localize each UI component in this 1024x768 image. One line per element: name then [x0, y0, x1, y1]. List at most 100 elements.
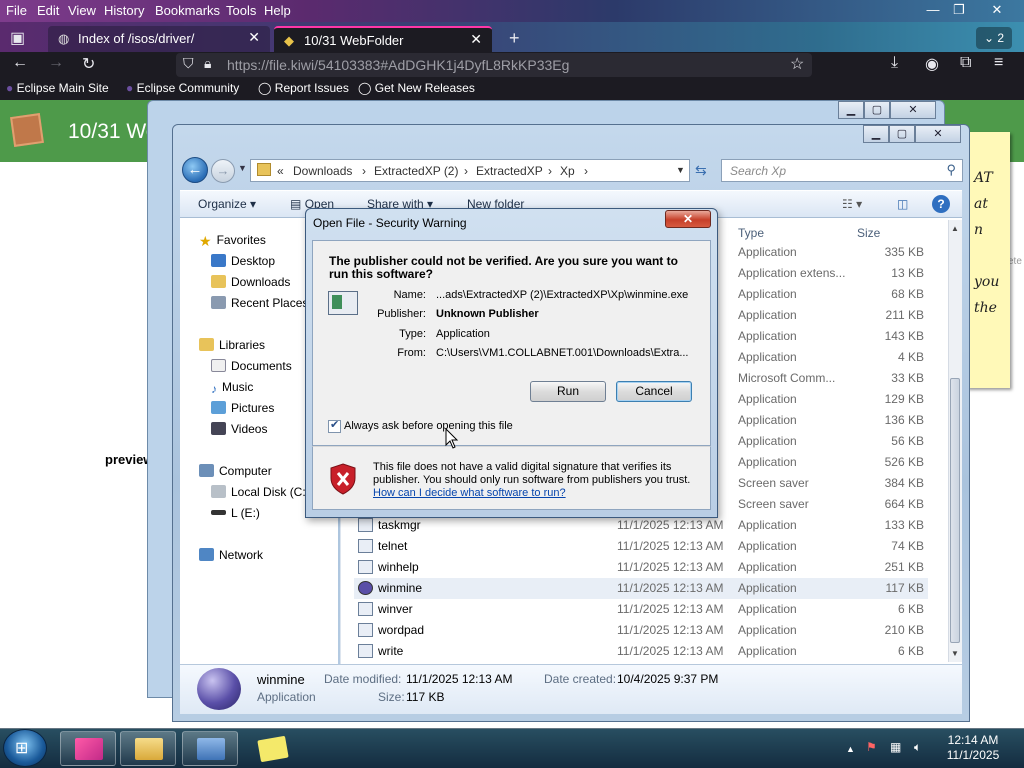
breadcrumb-overflow[interactable]: «	[277, 164, 284, 178]
nav-documents[interactable]: Documents	[211, 359, 292, 373]
chevron-right-icon[interactable]: ›	[464, 164, 468, 178]
run-button[interactable]: Run	[530, 381, 606, 402]
bookmark-get-releases[interactable]: ◯ Get New Releases	[358, 81, 475, 95]
file-type: Application	[738, 581, 797, 595]
close-button[interactable]: ✕	[890, 101, 936, 119]
tab-index-isos[interactable]: ◍ Index of /isos/driver/ ✕	[48, 26, 270, 52]
file-row[interactable]: wordpad 11/1/2025 12:13 AM Application 210 …	[354, 620, 928, 641]
system-clock[interactable]: 12:14 AM 11/1/2025	[930, 733, 1016, 763]
bookmark-eclipse-main[interactable]: ● Eclipse Main Site	[6, 81, 109, 95]
file-row-selected[interactable]: winmine 11/1/2025 12:13 AM Application 117 …	[354, 578, 928, 599]
file-row[interactable]: taskmgr 11/1/2025 12:13 AM Application 133 …	[354, 515, 928, 536]
search-input[interactable]: Search Xp ⚲	[721, 159, 963, 182]
back-icon[interactable]: ←	[12, 54, 28, 72]
network-tray-icon[interactable]: ▦	[890, 740, 901, 754]
taskbar-notes[interactable]	[244, 731, 300, 766]
menu-help[interactable]: Help	[264, 3, 291, 18]
nav-drive-e[interactable]: L (E:)	[211, 506, 260, 520]
view-options-icon[interactable]: ☷ ▾	[842, 197, 862, 211]
close-button[interactable]: ✕	[915, 125, 961, 143]
restore-icon[interactable]: ❐	[944, 0, 974, 20]
address-dropdown-icon[interactable]: ▼	[676, 165, 685, 175]
nav-downloads[interactable]: Downloads	[211, 275, 290, 289]
minimize-button[interactable]: ▁	[838, 101, 864, 119]
account-icon[interactable]: ◉	[925, 54, 939, 74]
chevron-right-icon[interactable]: ›	[548, 164, 552, 178]
scrollbar-thumb[interactable]	[950, 378, 960, 643]
new-tab-icon[interactable]: +	[509, 28, 520, 49]
bookmark-report-issues[interactable]: ◯ Report Issues	[258, 81, 349, 95]
nav-pictures[interactable]: Pictures	[211, 401, 274, 415]
help-icon[interactable]: ?	[932, 195, 950, 213]
column-header-size[interactable]: Size	[857, 226, 880, 240]
refresh-icon[interactable]: ⇆	[695, 162, 707, 179]
action-center-icon[interactable]: ⚑	[866, 740, 877, 754]
tab-overview-icon[interactable]: ▣	[10, 28, 25, 48]
breadcrumb-extractedxp2[interactable]: ExtractedXP (2)	[374, 164, 458, 178]
menu-edit[interactable]: Edit	[37, 3, 59, 18]
file-size: 74 KB	[891, 539, 924, 553]
chevron-right-icon[interactable]: ›	[584, 164, 588, 178]
nav-network[interactable]: Network	[199, 548, 263, 562]
nav-videos[interactable]: Videos	[211, 422, 267, 436]
tab-webfolder[interactable]: ◆ 10/31 WebFolder ✕	[274, 26, 492, 52]
breadcrumb-xp[interactable]: Xp	[560, 164, 575, 178]
taskbar-security-dialog[interactable]	[182, 731, 238, 766]
nav-libraries[interactable]: Libraries	[199, 338, 265, 352]
close-tab-icon[interactable]: ✕	[248, 29, 260, 46]
recent-pages-icon[interactable]: ▼	[238, 163, 247, 173]
minimize-button[interactable]: ▁	[863, 125, 889, 143]
menu-bookmarks[interactable]: Bookmarks	[155, 3, 220, 18]
forward-arrow-icon[interactable]: →	[211, 159, 235, 183]
reload-icon[interactable]: ↻	[82, 54, 95, 74]
menu-tools[interactable]: Tools	[226, 3, 256, 18]
close-tab-icon[interactable]: ✕	[470, 31, 482, 48]
scroll-up-icon[interactable]: ▲	[951, 224, 959, 233]
maximize-button[interactable]: ▢	[889, 125, 915, 143]
dialog-close-button[interactable]: ✕	[665, 210, 711, 228]
file-row[interactable]: telnet 11/1/2025 12:13 AM Application 74 KB	[354, 536, 928, 557]
breadcrumb-downloads[interactable]: Downloads	[293, 164, 352, 178]
breadcrumb-extractedxp[interactable]: ExtractedXP	[476, 164, 543, 178]
file-row[interactable]: winver 11/1/2025 12:13 AM Application 6 KB	[354, 599, 928, 620]
taskbar-firefox[interactable]	[60, 731, 116, 766]
taskbar-explorer[interactable]	[120, 731, 176, 766]
maximize-button[interactable]: ▢	[864, 101, 890, 119]
always-ask-label[interactable]: Always ask before opening this file	[344, 420, 513, 432]
lock-icon[interactable]: 🔒︎	[204, 55, 211, 72]
tab-list-button[interactable]: ⌄ 2	[976, 27, 1012, 49]
cancel-button[interactable]: Cancel	[616, 381, 692, 402]
menu-history[interactable]: History	[104, 3, 144, 18]
nav-recent-places[interactable]: Recent Places	[211, 296, 308, 310]
nav-music[interactable]: ♪ Music	[211, 380, 253, 396]
extensions-icon[interactable]: ⧉	[960, 54, 971, 72]
shield-icon[interactable]: ⛉	[183, 55, 194, 72]
bookmark-eclipse-community[interactable]: ● Eclipse Community	[126, 81, 239, 95]
show-hidden-icons[interactable]: ▲	[846, 744, 855, 754]
always-ask-checkbox[interactable]	[328, 418, 341, 433]
url-text[interactable]: https://file.kiwi/54103383#AdDGHK1j4DyfL…	[227, 57, 569, 73]
menu-icon[interactable]: ≡	[994, 54, 1003, 72]
forward-icon[interactable]: →	[48, 54, 64, 72]
nav-favorites[interactable]: ★ Favorites	[199, 233, 266, 249]
search-icon[interactable]: ⚲	[946, 162, 956, 178]
chevron-right-icon[interactable]: ›	[362, 164, 366, 178]
back-arrow-icon[interactable]: ←	[182, 157, 208, 183]
address-bar[interactable]: « Downloads › ExtractedXP (2) › Extracte…	[250, 159, 690, 182]
organize-button[interactable]: Organize ▾	[198, 197, 256, 211]
help-link[interactable]: How can I decide what software to run?	[373, 487, 566, 499]
volume-icon[interactable]: 🔈︎	[914, 740, 921, 755]
bookmark-star-icon[interactable]: ☆	[790, 54, 804, 74]
downloads-icon[interactable]: ⤓	[891, 54, 898, 72]
scroll-down-icon[interactable]: ▼	[951, 649, 959, 658]
nav-desktop[interactable]: Desktop	[211, 254, 275, 268]
nav-computer[interactable]: Computer	[199, 464, 272, 478]
nav-local-disk[interactable]: Local Disk (C:)	[211, 485, 310, 499]
preview-pane-icon[interactable]: ◫	[897, 197, 908, 211]
file-row[interactable]: write 11/1/2025 12:13 AM Application 6 KB	[354, 641, 928, 662]
column-header-type[interactable]: Type	[738, 226, 764, 240]
file-row[interactable]: winhelp 11/1/2025 12:13 AM Application 251 …	[354, 557, 928, 578]
close-icon[interactable]: ✕	[982, 0, 1012, 20]
menu-file[interactable]: File	[6, 3, 27, 18]
menu-view[interactable]: View	[68, 3, 96, 18]
